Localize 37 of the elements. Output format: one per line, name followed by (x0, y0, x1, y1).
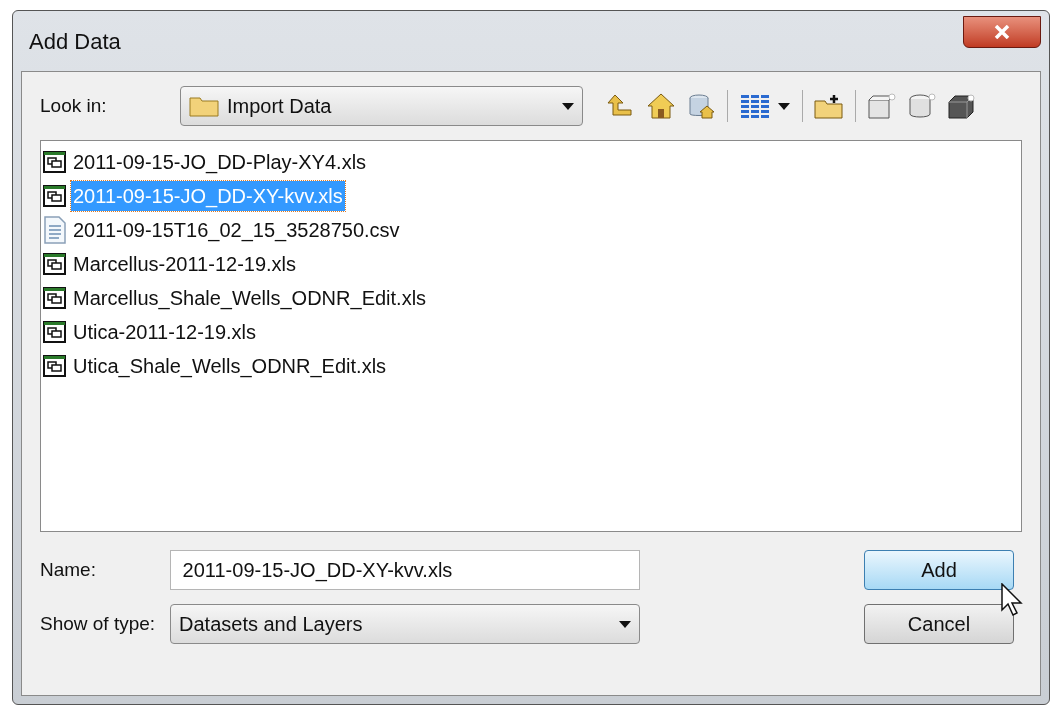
dialog-button[interactable]: Add (864, 550, 1014, 590)
file-name: Marcellus-2011-12-19.xls (72, 252, 298, 277)
name-label: Name: (40, 557, 97, 582)
close-icon (994, 25, 1010, 39)
look-in-label: Look in: (40, 93, 108, 118)
name-field[interactable]: 2011-09-15-JO_DD-XY-kvv.xls (169, 550, 640, 590)
mouse-pointer-icon (1001, 583, 1023, 617)
dialog-button[interactable]: Cancel (864, 604, 1014, 644)
file-item[interactable]: Marcellus_Shale_Wells_ODNR_Edit.xls (43, 281, 1019, 315)
file-name: Utica-2011-12-19.xls (72, 320, 258, 345)
file-item[interactable]: 2011-09-15T16_02_15_3528750.csv (43, 213, 1019, 247)
dropdown-caret-icon (619, 620, 631, 628)
window-title: Add Data (29, 27, 121, 56)
text-file-icon (43, 216, 67, 244)
type-dropdown[interactable]: Datasets and Layers (170, 604, 640, 644)
file-name: 2011-09-15T16_02_15_3528750.csv (72, 218, 401, 244)
table-file-icon (43, 252, 67, 276)
table-file-icon (43, 320, 67, 344)
dropdown-caret-icon (778, 102, 790, 110)
file-name: Marcellus_Shale_Wells_ODNR_Edit.xls (72, 286, 428, 312)
file-name: Utica_Shale_Wells_ODNR_Edit.xls (72, 354, 388, 380)
dropdown-caret-icon (562, 102, 574, 110)
close-button[interactable] (963, 16, 1041, 48)
folder-icon (189, 95, 219, 117)
table-file-icon (43, 184, 67, 208)
table-file-icon (43, 354, 67, 378)
table-file-icon (43, 286, 67, 310)
file-name: 2011-09-15-JO_DD-Play-XY4.xls (72, 150, 368, 176)
file-item[interactable]: 2011-09-15-JO_DD-Play-XY4.xls (43, 145, 1019, 179)
type-label: Show of type: (40, 611, 157, 636)
file-item[interactable]: Marcellus-2011-12-19.xls (43, 247, 1019, 281)
file-item[interactable]: Utica_Shale_Wells_ODNR_Edit.xls (43, 349, 1019, 383)
file-item[interactable]: Utica-2011-12-19.xls (43, 315, 1019, 349)
list-view-icon (740, 93, 770, 119)
look-in-dropdown[interactable]: Import Data (180, 86, 583, 126)
file-name: 2011-09-15-JO_DD-XY-kvv.xls (71, 181, 345, 211)
table-file-icon (43, 150, 67, 174)
